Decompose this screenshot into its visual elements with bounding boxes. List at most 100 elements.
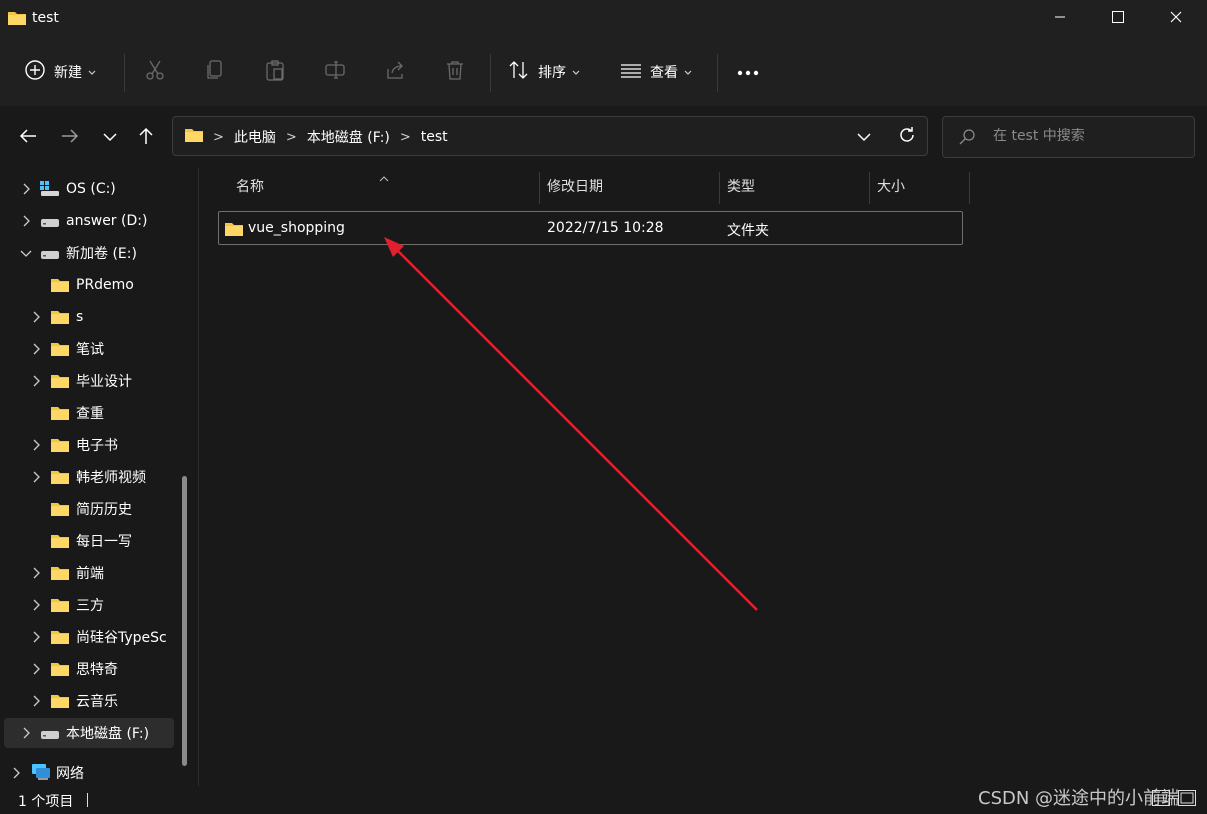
forward-button[interactable] xyxy=(56,124,84,152)
copy-button[interactable] xyxy=(204,54,226,90)
column-header-type[interactable]: 类型 xyxy=(727,168,755,204)
breadcrumb-test[interactable]: test xyxy=(421,129,448,145)
chevron-right-icon[interactable] xyxy=(30,375,42,387)
refresh-icon[interactable] xyxy=(898,126,916,148)
view-button[interactable]: 查看 xyxy=(620,54,692,90)
sidebar-item-folder[interactable]: 笔试 xyxy=(4,334,174,364)
details-view-button[interactable] xyxy=(1152,790,1172,808)
sidebar-item-folder[interactable]: 简历历史 xyxy=(4,494,174,524)
address-history-chevron-icon[interactable] xyxy=(857,130,871,146)
maximize-icon xyxy=(1112,11,1124,27)
delete-button[interactable] xyxy=(444,54,466,90)
sidebar-item-folder[interactable]: 毕业设计 xyxy=(4,366,174,396)
breadcrumb-separator: > xyxy=(399,129,411,145)
sidebar-item-folder[interactable]: PRdemo xyxy=(4,270,174,300)
up-button[interactable] xyxy=(132,124,160,152)
sidebar-item-label: 云音乐 xyxy=(76,694,118,710)
chevron-right-icon[interactable] xyxy=(30,471,42,483)
watermark: CSDN @迷途中的小前端 xyxy=(978,788,1180,809)
more-icon xyxy=(737,64,759,80)
sidebar-item-folder[interactable]: 前端 xyxy=(4,558,174,588)
sidebar-item-folder[interactable]: s xyxy=(4,302,174,332)
folder-icon xyxy=(50,469,70,489)
sidebar-item-drive-e[interactable]: 新加卷 (E:) xyxy=(4,238,174,268)
tiles-view-button[interactable] xyxy=(1178,790,1198,808)
folder-icon xyxy=(50,437,70,457)
folder-icon xyxy=(50,309,70,329)
folder-icon xyxy=(185,127,203,147)
chevron-right-icon[interactable] xyxy=(30,663,42,675)
window-title: test xyxy=(32,10,59,26)
chevron-right-icon[interactable] xyxy=(30,343,42,355)
new-button[interactable]: 新建 xyxy=(24,54,96,90)
recent-locations-button[interactable] xyxy=(96,124,124,152)
sidebar-item-folder[interactable]: 电子书 xyxy=(4,430,174,460)
delete-icon xyxy=(444,59,466,85)
back-arrow-icon xyxy=(19,128,37,148)
sidebar-item-label: 查重 xyxy=(76,406,104,422)
sort-button[interactable]: 排序 xyxy=(508,54,580,90)
tiles-view-icon xyxy=(1178,790,1196,810)
more-button[interactable] xyxy=(737,54,759,90)
column-divider[interactable] xyxy=(539,172,540,204)
sidebar-item-label: s xyxy=(76,309,84,325)
breadcrumb-drive-f[interactable]: 本地磁盘 (F:) xyxy=(307,127,390,147)
view-label: 查看 xyxy=(650,65,678,81)
sidebar-item-folder[interactable]: 思特奇 xyxy=(4,654,174,684)
column-header-modified[interactable]: 修改日期 xyxy=(547,168,603,204)
chevron-right-icon[interactable] xyxy=(30,567,42,579)
column-divider[interactable] xyxy=(719,172,720,204)
column-divider[interactable] xyxy=(969,172,970,204)
toolbar-divider xyxy=(490,54,491,92)
breadcrumb-this-pc[interactable]: 此电脑 xyxy=(234,127,276,147)
sidebar-item-folder[interactable]: 尚硅谷TypeSc xyxy=(4,622,174,652)
chevron-down-icon xyxy=(103,130,117,146)
search-box[interactable] xyxy=(942,116,1195,158)
folder-icon xyxy=(50,629,70,649)
sidebar-item-folder[interactable]: 每日一写 xyxy=(4,526,174,556)
chevron-right-icon[interactable] xyxy=(10,767,22,779)
sidebar-item-label: 每日一写 xyxy=(76,534,132,550)
close-button[interactable] xyxy=(1147,0,1205,38)
table-row[interactable]: vue_shopping 2022/7/15 10:28 文件夹 xyxy=(218,211,963,245)
column-header-size[interactable]: 大小 xyxy=(877,168,905,204)
sidebar-item-network[interactable]: 网络 xyxy=(4,758,174,788)
rename-button[interactable] xyxy=(324,54,346,90)
share-button[interactable] xyxy=(384,54,406,90)
sidebar-item-label: answer (D:) xyxy=(66,213,148,229)
chevron-right-icon[interactable] xyxy=(30,439,42,451)
sidebar-item-folder[interactable]: 韩老师视频 xyxy=(4,462,174,492)
cut-button[interactable] xyxy=(144,54,166,90)
sidebar-item-drive-f[interactable]: 本地磁盘 (F:) xyxy=(4,718,174,748)
sidebar-scrollbar[interactable] xyxy=(182,476,187,766)
file-name: vue_shopping xyxy=(248,220,345,236)
chevron-right-icon[interactable] xyxy=(20,215,32,227)
column-header-name[interactable]: 名称 xyxy=(236,168,264,204)
chevron-right-icon[interactable] xyxy=(30,631,42,643)
status-divider xyxy=(87,793,88,807)
minimize-button[interactable] xyxy=(1031,0,1089,38)
search-input[interactable] xyxy=(991,127,1185,145)
sidebar-item-label: 新加卷 (E:) xyxy=(66,246,137,262)
sidebar-item-answer-d[interactable]: answer (D:) xyxy=(4,206,174,236)
chevron-right-icon[interactable] xyxy=(30,311,42,323)
chevron-right-icon[interactable] xyxy=(30,599,42,611)
copy-icon xyxy=(204,59,226,85)
paste-button[interactable] xyxy=(264,54,286,90)
sidebar-item-folder[interactable]: 云音乐 xyxy=(4,686,174,716)
drive-icon xyxy=(40,248,60,264)
chevron-right-icon[interactable] xyxy=(20,183,32,195)
chevron-right-icon[interactable] xyxy=(30,695,42,707)
folder-icon xyxy=(50,373,70,393)
sidebar-item-os-c[interactable]: OS (C:) xyxy=(4,174,174,204)
sidebar-item-folder[interactable]: 查重 xyxy=(4,398,174,428)
search-icon xyxy=(959,129,975,149)
chevron-right-icon[interactable] xyxy=(20,727,32,739)
sidebar-item-folder[interactable]: 三方 xyxy=(4,590,174,620)
address-bar[interactable]: > 此电脑 > 本地磁盘 (F:) > test xyxy=(172,116,928,156)
rename-icon xyxy=(324,59,346,85)
chevron-down-icon[interactable] xyxy=(20,247,32,259)
back-button[interactable] xyxy=(14,124,42,152)
column-divider[interactable] xyxy=(869,172,870,204)
maximize-button[interactable] xyxy=(1089,0,1147,38)
